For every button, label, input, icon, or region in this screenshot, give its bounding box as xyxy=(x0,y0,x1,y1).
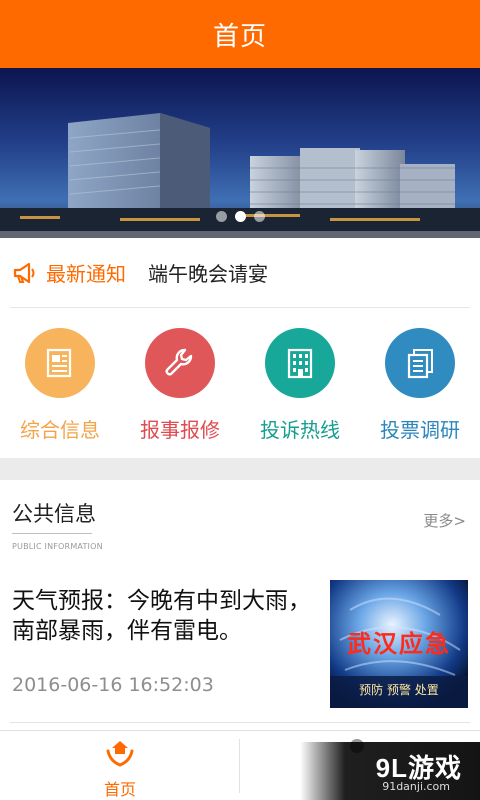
tab-home-label: 首页 xyxy=(103,780,136,799)
latest-notice-bar[interactable]: 最新通知 端午晚会请宴 xyxy=(10,238,470,308)
article-item[interactable]: 天气预报：今晚有中到大雨，南部暴雨，伴有雷电。 2016-06-16 16:52… xyxy=(0,570,480,720)
quick-actions-grid: 综合信息 报事报修 投诉热线 投票调研 xyxy=(0,318,480,458)
public-info-header: 公共信息 PUBLIC INFORMATION 更多> xyxy=(0,480,480,560)
watermark-url: 91danji.com xyxy=(382,780,450,793)
section-underline xyxy=(12,533,92,534)
notice-label: 最新通知 xyxy=(46,262,126,286)
megaphone-icon xyxy=(13,262,35,283)
carousel-dot-active[interactable] xyxy=(234,211,246,222)
carousel-dot[interactable] xyxy=(253,211,265,222)
thumbnail-subtitle: 预防 预警 处置 xyxy=(359,683,439,697)
quick-action-label: 综合信息 xyxy=(20,418,100,442)
carousel-dots[interactable] xyxy=(0,211,480,222)
section-title: 公共信息 xyxy=(12,502,96,526)
list-divider xyxy=(10,722,470,723)
carousel-dot[interactable] xyxy=(215,211,227,222)
section-gap xyxy=(0,458,480,480)
quick-action-info[interactable]: 综合信息 xyxy=(0,328,120,443)
top-header: 首页 xyxy=(0,0,480,68)
thumbnail-title: 武汉应急 xyxy=(347,629,451,658)
more-link[interactable]: 更多> xyxy=(423,510,466,531)
banner-carousel[interactable] xyxy=(0,68,480,238)
tab-home[interactable]: 首页 xyxy=(0,731,240,800)
section-subtitle: PUBLIC INFORMATION xyxy=(12,542,103,551)
quick-action-complaint[interactable]: 投诉热线 xyxy=(240,328,360,443)
documents-icon xyxy=(385,328,455,398)
wrench-icon xyxy=(145,328,215,398)
article-title: 天气预报：今晚有中到大雨，南部暴雨，伴有雷电。 xyxy=(12,588,311,644)
quick-action-vote[interactable]: 投票调研 xyxy=(360,328,480,443)
quick-action-repair[interactable]: 报事报修 xyxy=(120,328,240,443)
notice-text[interactable]: 端午晚会请宴 xyxy=(148,258,268,287)
newspaper-icon xyxy=(25,328,95,398)
article-date: 2016-06-16 16:52:03 xyxy=(12,674,214,696)
article-thumbnail: 武汉应急 预防 预警 处置 xyxy=(330,580,468,708)
quick-action-label: 报事报修 xyxy=(140,418,220,442)
page-title: 首页 xyxy=(212,21,267,52)
quick-action-label: 投诉热线 xyxy=(260,418,340,442)
home-hands-icon xyxy=(106,741,134,767)
building-icon xyxy=(265,328,335,398)
quick-action-label: 投票调研 xyxy=(380,418,460,442)
watermark-overlay: 9L游戏 91danji.com xyxy=(300,742,480,800)
